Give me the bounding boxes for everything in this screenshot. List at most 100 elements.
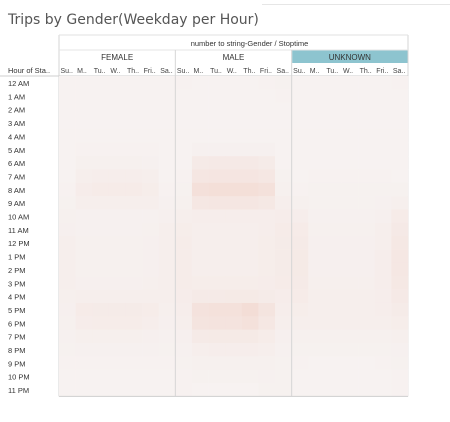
heatmap-cell: [175, 129, 193, 144]
heatmap-cell: [191, 289, 209, 304]
heatmap-cell: [208, 182, 226, 197]
heatmap-cell: [142, 369, 160, 384]
hour-label: 2 PM: [8, 266, 26, 275]
heatmap-cell: [191, 89, 209, 103]
heatmap-cell: [59, 262, 76, 277]
day-label: Tu..: [326, 68, 338, 75]
heatmap-cell: [291, 383, 309, 397]
heatmap-cell: [175, 209, 193, 224]
heatmap-cell: [75, 196, 93, 210]
heatmap-cell: [142, 169, 160, 184]
heatmap-cell: [225, 222, 243, 237]
heatmap-cell: [324, 302, 342, 317]
heatmap-cell: [59, 182, 76, 197]
heatmap-cell: [125, 289, 143, 304]
heatmap-cell: [75, 89, 93, 103]
heatmap-cell: [142, 196, 160, 210]
heatmap-cell: [391, 343, 409, 357]
day-label: Fri..: [260, 68, 272, 75]
heatmap-cell: [75, 156, 93, 170]
heatmap-cell: [225, 262, 243, 277]
heatmap-cell: [241, 302, 259, 317]
hour-label: 6 PM: [8, 319, 26, 328]
heatmap-cell: [108, 369, 126, 384]
heatmap-cell: [108, 302, 126, 317]
heatmap-cell: [191, 142, 209, 157]
heatmap-cell: [175, 236, 193, 250]
heatmap-cell: [341, 356, 359, 370]
heatmap-cell: [191, 236, 209, 250]
heatmap-cell: [308, 129, 326, 144]
heatmap-cell: [324, 102, 342, 117]
heatmap-cell: [391, 116, 409, 130]
heatmap-cell: [291, 169, 309, 184]
heatmap-cell: [241, 222, 259, 237]
heatmap-cell: [341, 222, 359, 237]
heatmap-cell: [59, 356, 76, 370]
heatmap-cell: [241, 356, 259, 370]
heatmap-cell: [241, 142, 259, 157]
heatmap-cell: [108, 169, 126, 184]
heatmap-cell: [341, 169, 359, 184]
heatmap-cell: [175, 249, 193, 264]
heatmap-cell: [374, 249, 392, 264]
heatmap-cell: [108, 76, 126, 90]
heatmap-cell: [391, 383, 409, 397]
heatmap-cell: [158, 89, 176, 103]
heatmap-cell: [125, 329, 143, 344]
heatmap-cell: [125, 222, 143, 237]
heatmap-cell: [225, 182, 243, 197]
heatmap-cell: [75, 76, 93, 90]
heatmap-cell: [125, 102, 143, 117]
heatmap-cell: [258, 316, 276, 330]
heatmap-cell: [59, 383, 76, 397]
heatmap-cell: [275, 102, 292, 117]
heatmap-cell: [208, 329, 226, 344]
heatmap-cell: [324, 276, 342, 290]
heatmap-cell: [59, 236, 76, 250]
heatmap-chart: number to string-Gender / Stoptime FEMALE…: [0, 34, 409, 397]
heatmap-cell: [308, 249, 326, 264]
heatmap-cell: [308, 142, 326, 157]
heatmap-cell: [358, 289, 376, 304]
heatmap-cell: [175, 329, 193, 344]
heatmap-cell: [175, 316, 193, 330]
heatmap-cell: [158, 156, 176, 170]
heatmap-cell: [391, 356, 409, 370]
heatmap-cell: [275, 142, 292, 157]
heatmap-cell: [191, 262, 209, 277]
heatmap-cell: [208, 289, 226, 304]
heatmap-cell: [225, 156, 243, 170]
heatmap-cell: [275, 262, 292, 277]
heatmap-cell: [374, 343, 392, 357]
heatmap-cell: [225, 276, 243, 290]
heatmap-cell: [59, 329, 76, 344]
heatmap-cell: [275, 316, 292, 330]
heatmap-cell: [258, 222, 276, 237]
heatmap-cell: [225, 169, 243, 184]
heatmap-cell: [225, 329, 243, 344]
heatmap-cell: [275, 222, 292, 237]
heatmap-cell: [258, 89, 276, 103]
day-label: W..: [343, 68, 353, 75]
heatmap-cell: [125, 316, 143, 330]
heatmap-cell: [59, 116, 76, 130]
hour-label: 11 PM: [8, 386, 29, 395]
heatmap-cell: [142, 102, 160, 117]
heatmap-cell: [308, 276, 326, 290]
heatmap-cell: [374, 316, 392, 330]
heatmap-cell: [241, 316, 259, 330]
day-label: Th..: [127, 68, 139, 75]
heatmap-cell: [358, 316, 376, 330]
heatmap-cell: [308, 262, 326, 277]
heatmap-cell: [175, 262, 193, 277]
heatmap-cell: [191, 129, 209, 144]
day-label: Su..: [293, 68, 306, 75]
day-label: Th..: [360, 68, 372, 75]
heatmap-cell: [92, 262, 110, 277]
heatmap-cell: [92, 156, 110, 170]
heatmap-cell: [125, 276, 143, 290]
heatmap-cell: [75, 343, 93, 357]
heatmap-cell: [374, 222, 392, 237]
heatmap-cell: [374, 182, 392, 197]
